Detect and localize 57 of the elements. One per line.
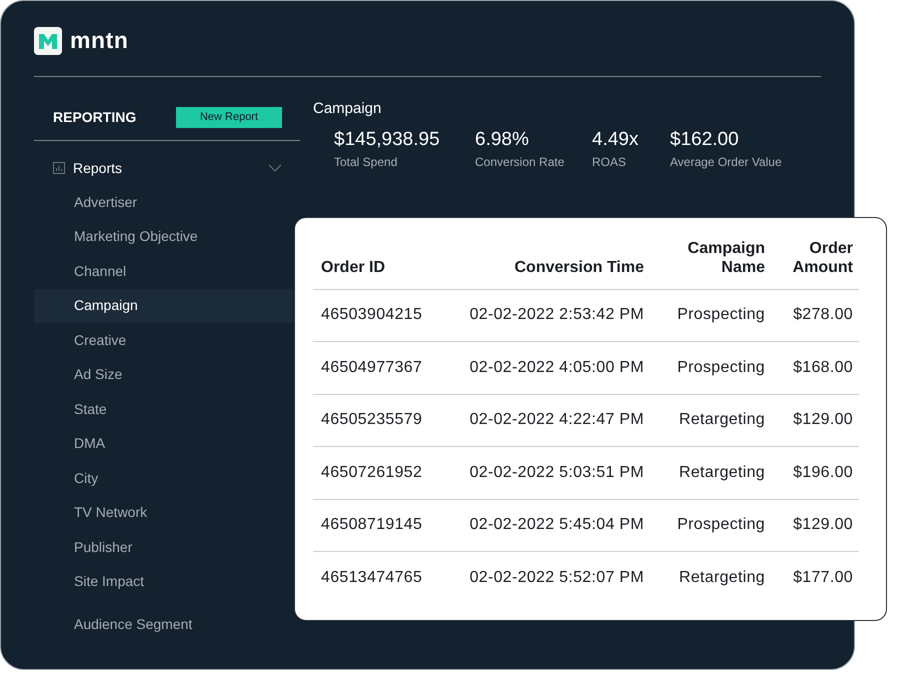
logo-icon xyxy=(34,26,62,54)
metric-value: 4.49x xyxy=(592,128,640,152)
section-title: REPORTING xyxy=(53,108,136,127)
table-cell: 02-02-2022 2:53:42 PM xyxy=(438,289,650,342)
sidebar-item[interactable]: Ad Size xyxy=(34,358,293,392)
table-cell: 02-02-2022 5:52:07 PM xyxy=(438,552,650,604)
table-cell: $196.00 xyxy=(771,446,859,499)
column-header: Conversion Time xyxy=(438,236,650,289)
column-header: Order Amount xyxy=(771,236,859,289)
table-cell: 02-02-2022 4:22:47 PM xyxy=(438,394,650,446)
table-cell: 46505235579 xyxy=(313,394,438,446)
metric-value: 6.98% xyxy=(475,128,530,152)
sidebar-item[interactable]: Creative xyxy=(34,323,293,358)
metric-value: $145,938.95 xyxy=(334,128,441,152)
table-cell: Retargeting xyxy=(650,552,771,604)
metric-value: $162.00 xyxy=(670,128,740,152)
reports-group-label[interactable]: Reports xyxy=(73,158,260,178)
table-cell: $278.00 xyxy=(771,289,859,342)
metric-label: ROAS xyxy=(592,154,628,171)
sidebar-item[interactable]: Site Impact xyxy=(34,564,293,599)
table-cell: $168.00 xyxy=(771,342,859,394)
table-cell: Prospecting xyxy=(650,342,771,394)
sidebar-item[interactable]: Advertiser xyxy=(34,185,293,220)
new-report-button[interactable]: New Report xyxy=(176,107,282,128)
table-cell: 46513474765 xyxy=(313,552,438,604)
table-cell: 46508719145 xyxy=(313,499,438,552)
sidebar-item[interactable]: Channel xyxy=(34,254,293,288)
table-cell: Prospecting xyxy=(650,499,771,552)
table-cell: Retargeting xyxy=(650,446,771,499)
sidebar-item[interactable]: Audience Segment xyxy=(34,599,293,643)
table-cell: $129.00 xyxy=(771,394,859,446)
table-cell: 02-02-2022 4:05:00 PM xyxy=(438,342,650,394)
metric-label: Total Spend xyxy=(334,154,398,171)
sidebar-item[interactable]: DMA xyxy=(34,426,293,461)
metric-label: Average Order Value xyxy=(670,154,783,171)
table-cell: Retargeting xyxy=(650,394,771,446)
sidebar-item[interactable]: City xyxy=(34,461,293,496)
table-cell: Prospecting xyxy=(650,289,771,342)
sidebar-item[interactable]: TV Network xyxy=(34,496,293,530)
logo-text: mntn xyxy=(70,26,129,56)
chevron-down-icon[interactable] xyxy=(268,164,282,172)
column-header: Order ID xyxy=(313,236,438,289)
table-cell: 02-02-2022 5:45:04 PM xyxy=(438,499,650,552)
column-header: Campaign Name xyxy=(650,236,771,289)
bar-chart-icon xyxy=(53,162,65,174)
table-cell: 02-02-2022 5:03:51 PM xyxy=(438,446,650,499)
sidebar-item[interactable]: State xyxy=(34,392,293,426)
sidebar-item[interactable]: Marketing Objective xyxy=(34,220,293,254)
table-cell: $177.00 xyxy=(771,552,859,604)
table-cell: $129.00 xyxy=(771,499,859,552)
table-cell: 46503904215 xyxy=(313,289,438,342)
metric-label: Conversion Rate xyxy=(475,154,566,171)
table-cell: 46507261952 xyxy=(313,446,438,499)
page-title: Campaign xyxy=(313,99,382,119)
table-cell: 46504977367 xyxy=(313,342,438,394)
sidebar-item[interactable]: Campaign xyxy=(34,288,293,323)
sidebar-item[interactable]: Publisher xyxy=(34,530,293,564)
